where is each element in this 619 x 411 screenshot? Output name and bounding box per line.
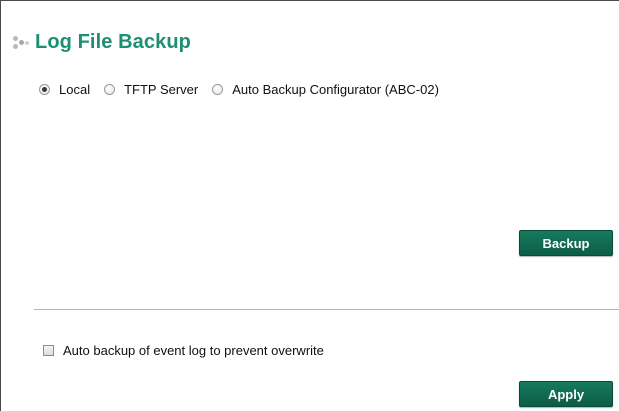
radio-option-local[interactable]: Local — [39, 82, 90, 97]
radio-label-abc-02: Auto Backup Configurator (ABC-02) — [232, 82, 439, 97]
radio-option-abc-02[interactable]: Auto Backup Configurator (ABC-02) — [212, 82, 439, 97]
section-divider — [34, 309, 619, 310]
title-dots-icon — [12, 33, 32, 53]
auto-backup-checkbox[interactable] — [43, 345, 54, 356]
radio-label-local: Local — [59, 82, 91, 97]
backup-button[interactable]: Backup — [519, 230, 613, 256]
radio-button-abc-02[interactable] — [212, 84, 224, 95]
page-header: Log File Backup — [12, 31, 191, 54]
frame-left-border — [0, 0, 1, 411]
frame-top-border — [0, 0, 619, 1]
radio-option-tftp-server[interactable]: TFTP Server — [104, 82, 198, 97]
backup-target-radio-group: Local TFTP Server Auto Backup Configurat… — [39, 82, 453, 97]
radio-button-local[interactable] — [39, 84, 50, 95]
page-title: Log File Backup — [35, 31, 191, 53]
radio-button-tftp-server[interactable] — [104, 84, 116, 95]
auto-backup-option[interactable]: Auto backup of event log to prevent over… — [43, 343, 324, 358]
radio-label-tftp-server: TFTP Server — [124, 82, 199, 97]
auto-backup-label: Auto backup of event log to prevent over… — [63, 343, 324, 358]
apply-button[interactable]: Apply — [519, 381, 613, 407]
